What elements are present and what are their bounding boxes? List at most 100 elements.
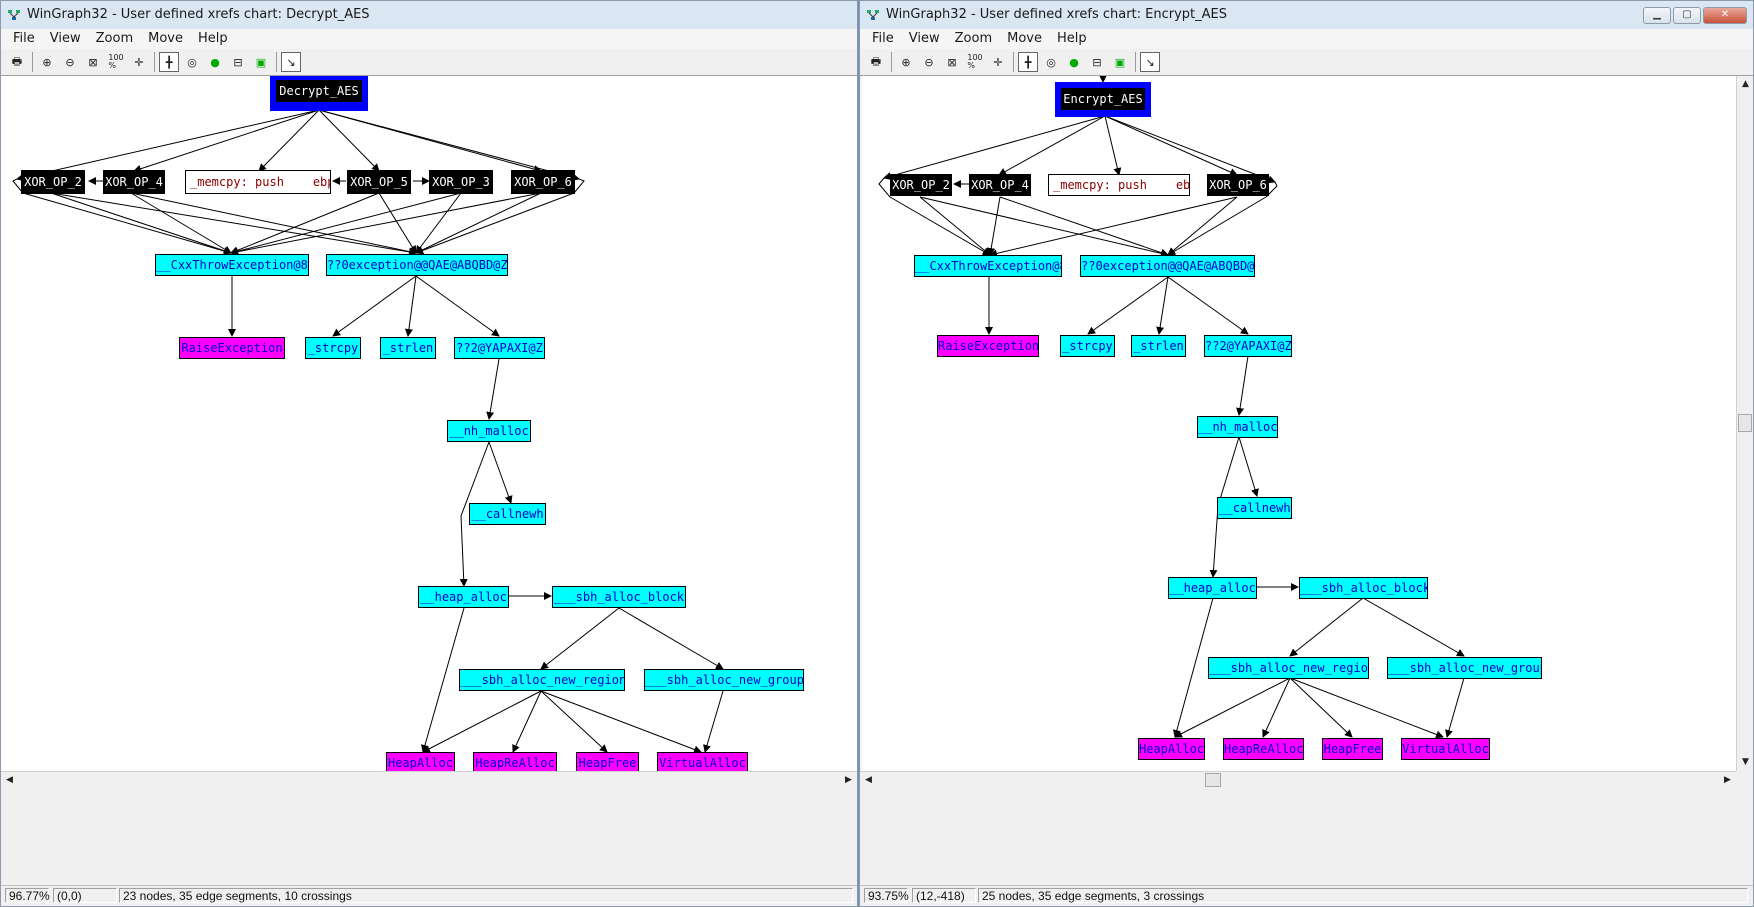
left-graph-canvas[interactable]: Decrypt_AES XOR_OP_2 XOR_OP_4 _memcpy: p… <box>1 76 857 771</box>
scroll-right-icon[interactable]: ▶ <box>840 772 857 789</box>
export-icon[interactable]: ▣ <box>1110 52 1130 72</box>
fit-icon[interactable]: ⊠ <box>83 52 103 72</box>
right-menu-zoom[interactable]: Zoom <box>949 29 1001 49</box>
node-sbh-alloc-new-group[interactable]: ___sbh_alloc_new_group <box>1387 657 1542 679</box>
green-ball-icon[interactable]: ● <box>205 52 225 72</box>
layout-icon[interactable]: ◎ <box>1041 52 1061 72</box>
node-virtualalloc[interactable]: VirtualAlloc <box>1401 738 1490 760</box>
right-vertical-scrollbar[interactable]: ▲ ▼ <box>1736 76 1753 771</box>
left-menu-zoom[interactable]: Zoom <box>90 29 142 49</box>
scroll-right-icon[interactable]: ▶ <box>1719 772 1736 789</box>
node-operator-new[interactable]: ??2@YAPAXI@Z <box>454 337 545 359</box>
node-strlen[interactable]: _strlen <box>1131 335 1186 357</box>
vertical-scroll-thumb[interactable] <box>1738 414 1752 432</box>
node-operator-new[interactable]: ??2@YAPAXI@Z <box>1204 335 1292 357</box>
node-heap-alloc[interactable]: __heap_alloc <box>1168 577 1257 599</box>
node-xor-op-5[interactable]: XOR_OP_5 <box>347 170 411 194</box>
right-menu-file[interactable]: File <box>866 29 903 49</box>
node-strcpy[interactable]: _strcpy <box>305 337 361 359</box>
node-heap-alloc[interactable]: __heap_alloc <box>418 586 509 608</box>
green-ball-icon[interactable]: ● <box>1064 52 1084 72</box>
select-icon[interactable]: ╋ <box>159 52 179 72</box>
zoom-100-icon[interactable]: 100% <box>965 52 985 72</box>
node-callnewh[interactable]: __callnewh <box>469 503 546 525</box>
node-xor-op-6[interactable]: XOR_OP_6 <box>511 170 575 194</box>
node-heaprealloc[interactable]: HeapReAlloc <box>473 752 557 771</box>
node-raise-exception[interactable]: RaiseException <box>937 335 1039 357</box>
left-horizontal-scrollbar[interactable]: ◀ ▶ <box>1 771 857 789</box>
left-menu-view[interactable]: View <box>44 29 90 49</box>
close-icon[interactable]: ✕ <box>1703 7 1747 24</box>
layout-icon[interactable]: ◎ <box>182 52 202 72</box>
left-statusbar: 96.77% (0,0) 23 nodes, 35 edge segments,… <box>1 885 857 906</box>
node-xor-op-6[interactable]: XOR_OP_6 <box>1207 174 1269 196</box>
node-strcpy[interactable]: _strcpy <box>1060 335 1115 357</box>
node-xor-op-2[interactable]: XOR_OP_2 <box>890 174 952 196</box>
minimize-icon[interactable]: ▁ <box>1643 7 1671 24</box>
printer-icon[interactable]: 🖶 <box>866 52 886 72</box>
diagonal-arrow-icon[interactable]: ↘ <box>281 52 301 72</box>
fit-icon[interactable]: ⊠ <box>942 52 962 72</box>
node-exception-ctor[interactable]: ??0exception@@QAE@ABQBD@Z <box>326 254 508 276</box>
node-nh-malloc[interactable]: __nh_malloc <box>447 420 531 442</box>
right-menu-view[interactable]: View <box>903 29 949 49</box>
node-sbh-alloc-new-region[interactable]: ___sbh_alloc_new_region <box>1208 657 1369 679</box>
zoom-in-icon[interactable]: ⊕ <box>896 52 916 72</box>
node-sbh-alloc-new-group[interactable]: ___sbh_alloc_new_group <box>644 669 804 691</box>
node-heapalloc[interactable]: HeapAlloc <box>386 752 455 771</box>
right-titlebar[interactable]: WinGraph32 - User defined xrefs chart: E… <box>860 1 1753 30</box>
node-cxx-throw-exception[interactable]: __CxxThrowException@8 <box>914 255 1062 277</box>
right-menu-move[interactable]: Move <box>1001 29 1051 49</box>
node-raise-exception[interactable]: RaiseException <box>179 337 285 359</box>
node-xor-op-2[interactable]: XOR_OP_2 <box>21 170 85 194</box>
node-sbh-alloc-block[interactable]: ___sbh_alloc_block <box>1299 577 1428 599</box>
node-decrypt-aes[interactable]: Decrypt_AES <box>270 76 368 111</box>
view-icon[interactable]: ⊟ <box>1087 52 1107 72</box>
node-heapfree[interactable]: HeapFree <box>1322 738 1383 760</box>
node-strlen[interactable]: _strlen <box>380 337 436 359</box>
left-menu-help[interactable]: Help <box>192 29 237 49</box>
printer-icon[interactable]: 🖶 <box>7 52 27 72</box>
node-sbh-alloc-block[interactable]: ___sbh_alloc_block <box>552 586 686 608</box>
node-callnewh[interactable]: __callnewh <box>1217 497 1292 519</box>
scroll-left-icon[interactable]: ◀ <box>1 772 18 789</box>
node-xor-op-3[interactable]: XOR_OP_3 <box>429 170 493 194</box>
node-heapalloc[interactable]: HeapAlloc <box>1138 738 1205 760</box>
zoom-100-icon[interactable]: 100% <box>106 52 126 72</box>
export-icon[interactable]: ▣ <box>251 52 271 72</box>
node-memcpy[interactable]: _memcpy: push ebp <box>185 170 331 194</box>
scroll-up-icon[interactable]: ▲ <box>1737 76 1753 93</box>
maximize-icon[interactable]: ▢ <box>1673 7 1701 24</box>
node-memcpy[interactable]: _memcpy: push ebp <box>1048 174 1190 196</box>
zoom-out-icon[interactable]: ⊖ <box>919 52 939 72</box>
node-heapfree[interactable]: HeapFree <box>576 752 639 771</box>
scroll-down-icon[interactable]: ▼ <box>1737 754 1753 771</box>
zoom-out-icon[interactable]: ⊖ <box>60 52 80 72</box>
node-nh-malloc[interactable]: __nh_malloc <box>1197 416 1278 438</box>
right-menubar: File View Zoom Move Help <box>860 29 1753 49</box>
left-titlebar[interactable]: WinGraph32 - User defined xrefs chart: D… <box>1 1 857 30</box>
select-icon[interactable]: ╋ <box>1018 52 1038 72</box>
move-icon[interactable]: ✛ <box>129 52 149 72</box>
left-menu-move[interactable]: Move <box>142 29 192 49</box>
move-icon[interactable]: ✛ <box>988 52 1008 72</box>
node-heaprealloc[interactable]: HeapReAlloc <box>1223 738 1304 760</box>
node-cxx-throw-exception[interactable]: __CxxThrowException@8 <box>155 254 309 276</box>
scroll-left-icon[interactable]: ◀ <box>860 772 877 789</box>
node-encrypt-aes[interactable]: Encrypt_AES <box>1055 82 1151 117</box>
zoom-in-icon[interactable]: ⊕ <box>37 52 57 72</box>
view-icon[interactable]: ⊟ <box>228 52 248 72</box>
wingraph-app-icon <box>867 10 879 20</box>
node-xor-op-4[interactable]: XOR_OP_4 <box>103 170 165 194</box>
diagonal-arrow-icon[interactable]: ↘ <box>1140 52 1160 72</box>
left-menu-file[interactable]: File <box>7 29 44 49</box>
right-status-coords: (12,-418) <box>912 888 976 903</box>
node-exception-ctor[interactable]: ??0exception@@QAE@ABQBD@Z <box>1080 255 1255 277</box>
horizontal-scroll-thumb[interactable] <box>1205 773 1221 787</box>
node-xor-op-4[interactable]: XOR_OP_4 <box>969 174 1031 196</box>
node-virtualalloc[interactable]: VirtualAlloc <box>657 752 748 771</box>
right-graph-canvas[interactable]: Encrypt_AES XOR_OP_2 XOR_OP_4 _memcpy: p… <box>862 76 1736 771</box>
right-menu-help[interactable]: Help <box>1051 29 1096 49</box>
node-sbh-alloc-new-region[interactable]: ___sbh_alloc_new_region <box>459 669 625 691</box>
right-horizontal-scrollbar[interactable]: ◀ ▶ <box>860 771 1736 789</box>
